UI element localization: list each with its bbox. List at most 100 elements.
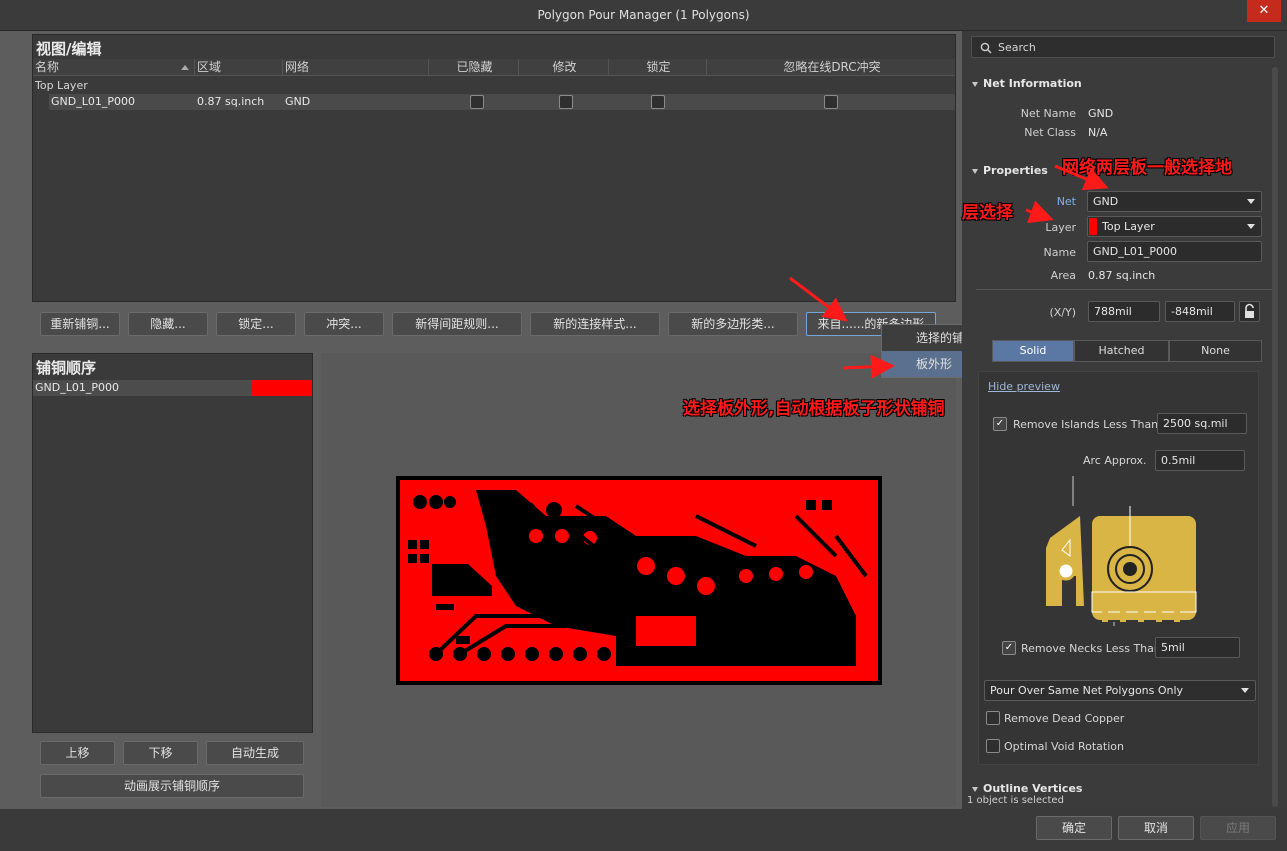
selection-status: 1 object is selected	[967, 795, 1064, 806]
collapse-icon	[972, 81, 978, 87]
repour-button[interactable]: 重新铺铜...	[40, 312, 120, 336]
outline-vertices-section[interactable]: Outline Vertices	[972, 782, 1082, 795]
name-field[interactable]: GND_L01_P000	[1087, 241, 1262, 262]
column-net[interactable]: 网络	[283, 59, 429, 76]
move-up-button[interactable]: 上移	[40, 741, 115, 765]
layer-color-swatch	[1089, 218, 1097, 235]
search-icon	[980, 42, 992, 54]
column-name[interactable]: 名称	[33, 59, 195, 76]
annotation-outline-hint: 选择板外形,自动根据板子形状铺铜	[683, 399, 945, 419]
remove-islands-field[interactable]: 2500 sq.mil	[1157, 413, 1247, 434]
board-preview	[396, 476, 882, 685]
ok-button[interactable]: 确定	[1036, 816, 1112, 840]
auto-generate-button[interactable]: 自动生成	[206, 741, 304, 765]
column-area[interactable]: 区域	[195, 59, 283, 76]
table-row[interactable]: GND_L01_P000 0.87 sq.inch GND	[49, 94, 955, 110]
column-modify[interactable]: 修改	[519, 59, 609, 76]
area-label: Area	[1050, 269, 1076, 282]
table-header: 名称 区域 网络 已隐藏 修改 锁定 忽略在线DRC冲突	[33, 59, 955, 76]
fill-mode-solid[interactable]: Solid	[992, 340, 1074, 362]
arc-approx-label: Arc Approx.	[1083, 454, 1147, 467]
search-placeholder: Search	[998, 41, 1036, 54]
scrollbar[interactable]	[1272, 67, 1278, 807]
properties-panel: Search Net Information Net Name GND Net …	[962, 31, 1287, 809]
lock-button[interactable]: 锁定...	[216, 312, 296, 336]
ignore-drc-checkbox[interactable]	[824, 95, 838, 109]
net-dropdown-value: GND	[1093, 195, 1119, 208]
pour-over-value: Pour Over Same Net Polygons Only	[990, 684, 1184, 697]
group-top-layer[interactable]: Top Layer	[35, 79, 88, 92]
apply-button[interactable]: 应用	[1200, 816, 1276, 840]
pour-order-panel: 铺铜顺序 GND_L01_P000	[32, 353, 313, 733]
properties-title: Properties	[983, 164, 1048, 177]
remove-dead-copper-checkbox[interactable]	[986, 711, 1000, 725]
column-hidden[interactable]: 已隐藏	[429, 59, 519, 76]
xy-label: (X/Y)	[1049, 306, 1076, 319]
unlock-icon	[1245, 303, 1254, 318]
net-info-title: Net Information	[983, 77, 1082, 90]
annotation-layer-hint: 层选择	[962, 203, 1013, 223]
collapse-icon	[972, 786, 978, 792]
remove-necks-checkbox[interactable]: ✓	[1002, 641, 1016, 655]
layer-dropdown-value: Top Layer	[1102, 220, 1155, 233]
optimal-void-checkbox[interactable]	[986, 739, 1000, 753]
hide-preview-link[interactable]: Hide preview	[988, 380, 1060, 393]
lock-toggle-button[interactable]	[1239, 301, 1260, 322]
new-polygon-class-button[interactable]: 新的多边形类...	[668, 312, 798, 336]
conflict-button[interactable]: 冲突...	[304, 312, 384, 336]
x-field[interactable]: 788mil	[1088, 301, 1160, 322]
remove-islands-checkbox[interactable]: ✓	[993, 417, 1007, 431]
divider	[976, 289, 1272, 290]
search-box[interactable]: Search	[971, 36, 1275, 58]
layer-dropdown[interactable]: Top Layer	[1087, 216, 1262, 237]
layer-label: Layer	[1045, 221, 1076, 234]
window-title: Polygon Pour Manager (1 Polygons)	[537, 8, 750, 22]
net-info-section[interactable]: Net Information	[972, 77, 1082, 90]
optimal-void-label: Optimal Void Rotation	[1004, 740, 1124, 753]
fill-mode-hatched[interactable]: Hatched	[1074, 340, 1169, 362]
outline-vertices-title: Outline Vertices	[983, 782, 1083, 795]
net-dropdown[interactable]: GND	[1087, 191, 1262, 212]
remove-necks-field[interactable]: 5mil	[1155, 637, 1240, 658]
list-item[interactable]: GND_L01_P000	[33, 380, 312, 396]
arc-approx-field[interactable]: 0.5mil	[1155, 450, 1245, 471]
remove-necks-label: Remove Necks Less Than	[1021, 642, 1161, 655]
net-name-label: Net Name	[1020, 107, 1076, 120]
close-button[interactable]: ✕	[1247, 0, 1281, 22]
net-label: Net	[1056, 195, 1076, 208]
new-clearance-rule-button[interactable]: 新得间距规则...	[392, 312, 522, 336]
new-connect-style-button[interactable]: 新的连接样式...	[530, 312, 660, 336]
chevron-down-icon	[1247, 224, 1255, 229]
name-label: Name	[1043, 246, 1076, 259]
properties-section[interactable]: Properties	[972, 164, 1048, 177]
pour-settings-preview-graphic	[1046, 476, 1197, 626]
column-lock[interactable]: 锁定	[609, 59, 707, 76]
copper-color-swatch	[252, 380, 312, 396]
animate-order-button[interactable]: 动画展示铺铜顺序	[40, 774, 304, 798]
remove-islands-label: Remove Islands Less Than	[1013, 418, 1159, 431]
row-area: 0.87 sq.inch	[197, 95, 265, 108]
sort-asc-icon	[181, 65, 189, 70]
row-name: GND_L01_P000	[51, 95, 135, 108]
pour-order-item-label: GND_L01_P000	[35, 381, 119, 394]
net-class-value: N/A	[1088, 126, 1108, 139]
pour-over-dropdown[interactable]: Pour Over Same Net Polygons Only	[984, 680, 1256, 701]
pcb-copper-pour-graphic	[396, 476, 882, 685]
modify-checkbox[interactable]	[559, 95, 573, 109]
hide-button[interactable]: 隐藏...	[128, 312, 208, 336]
title-bar: Polygon Pour Manager (1 Polygons) ✕	[0, 0, 1287, 31]
area-value: 0.87 sq.inch	[1088, 269, 1156, 282]
lock-checkbox[interactable]	[651, 95, 665, 109]
fill-mode-none[interactable]: None	[1169, 340, 1262, 362]
column-ignore-drc[interactable]: 忽略在线DRC冲突	[707, 59, 955, 76]
net-name-value: GND	[1088, 107, 1114, 120]
hidden-checkbox[interactable]	[470, 95, 484, 109]
chevron-down-icon	[1247, 199, 1255, 204]
view-edit-title: 视图/编辑	[33, 35, 955, 59]
y-field[interactable]: -848mil	[1165, 301, 1235, 322]
row-net: GND	[285, 95, 311, 108]
move-down-button[interactable]: 下移	[123, 741, 198, 765]
view-edit-panel: 视图/编辑 名称 区域 网络 已隐藏 修改 锁定 忽略在线DRC冲突 Top L…	[32, 34, 956, 302]
cancel-button[interactable]: 取消	[1118, 816, 1194, 840]
collapse-icon	[972, 168, 978, 174]
